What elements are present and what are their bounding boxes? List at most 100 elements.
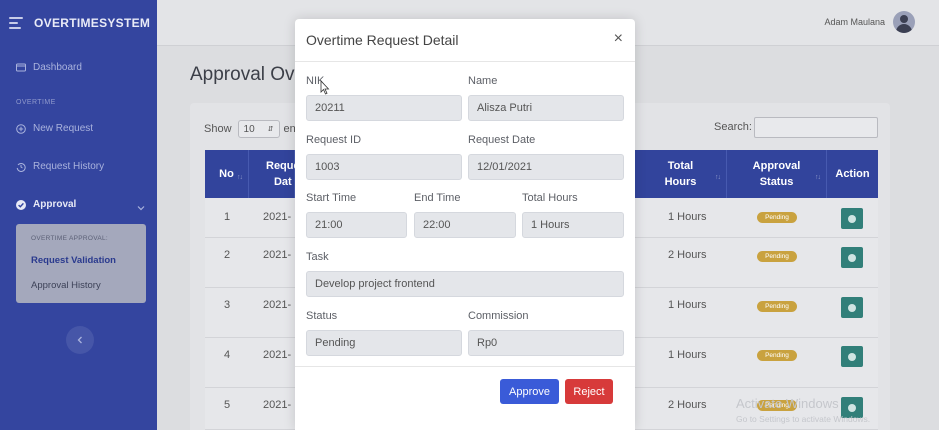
chevron-down-icon[interactable] xyxy=(137,199,145,211)
cell-hours: 2 Hours xyxy=(668,249,707,261)
view-detail-button[interactable] xyxy=(841,247,863,268)
cell-no: 2 xyxy=(224,249,231,261)
view-detail-button[interactable] xyxy=(841,346,863,367)
commission-field[interactable]: Rp0 xyxy=(468,330,624,356)
mouse-cursor-icon xyxy=(320,80,330,95)
status-badge: Pending xyxy=(757,350,797,361)
sort-icon: ↑↓ xyxy=(715,174,721,181)
total-hours-label: Total Hours xyxy=(522,192,578,204)
sidebar-item-label: Dashboard xyxy=(33,62,82,73)
select-arrows-icon: ⇵ xyxy=(267,126,274,133)
th-no[interactable]: No ↑↓ xyxy=(205,150,249,198)
windows-watermark-title: Activate Windows xyxy=(736,396,839,411)
name-label: Name xyxy=(468,75,498,87)
status-label: Status xyxy=(306,310,338,322)
status-badge: Pending xyxy=(757,301,797,312)
view-detail-button[interactable] xyxy=(841,208,863,229)
check-circle-icon xyxy=(16,199,26,210)
sort-icon: ↑↓ xyxy=(237,174,243,181)
sidebar-collapse-button[interactable] xyxy=(66,326,94,354)
search-label: Search: xyxy=(714,121,752,133)
start-time-label: Start Time xyxy=(306,192,357,204)
entries-select-value: 10 xyxy=(243,123,255,135)
avatar xyxy=(893,11,915,33)
user-name: Adam Maulana xyxy=(824,17,885,27)
submenu-item-approval-history[interactable]: Approval History xyxy=(31,280,101,291)
search-input[interactable] xyxy=(754,117,878,138)
modal-header: Overtime Request Detail × xyxy=(295,19,635,62)
entries-select[interactable]: 10 ⇵ xyxy=(237,120,280,138)
status-badge: Pending xyxy=(757,212,797,223)
sort-icon: ↑↓ xyxy=(815,174,821,181)
status-badge: Pending xyxy=(757,251,797,262)
th-action-label: Action xyxy=(835,168,870,180)
cell-date: 2021- xyxy=(263,249,292,261)
sidebar: OVERTIMESYSTEM Dashboard OVERTIME New Re… xyxy=(0,0,157,430)
view-detail-button[interactable] xyxy=(841,297,863,318)
show-label: Show xyxy=(204,123,232,135)
sidebar-item-new-request[interactable]: New Request xyxy=(16,123,93,134)
request-id-label: Request ID xyxy=(306,134,362,146)
th-total-hours-line2: Hours xyxy=(664,176,697,188)
cell-date: 2021- xyxy=(263,299,292,311)
end-time-label: End Time xyxy=(414,192,461,204)
th-approval-status-line1: Approval xyxy=(752,160,801,172)
cell-hours: 2 Hours xyxy=(668,399,707,411)
sidebar-section-overtime: OVERTIME xyxy=(16,99,56,106)
info-icon xyxy=(848,303,856,312)
brand[interactable]: OVERTIMESYSTEM xyxy=(0,0,157,46)
th-no-label: No xyxy=(219,168,234,180)
cell-hours: 1 Hours xyxy=(668,211,707,223)
th-request-date[interactable]: Reque Dat xyxy=(249,150,300,198)
cell-hours: 1 Hours xyxy=(668,349,707,361)
sidebar-item-label: Request History xyxy=(33,161,105,172)
close-icon[interactable]: × xyxy=(614,30,623,48)
th-action: Action xyxy=(827,150,878,198)
show-entries: Show 10 ⇵ en xyxy=(204,120,296,138)
sidebar-item-label: New Request xyxy=(33,123,94,134)
request-date-field[interactable]: 12/01/2021 xyxy=(468,154,624,180)
name-field[interactable]: Alisza Putri xyxy=(468,95,624,121)
task-field[interactable]: Develop project frontend xyxy=(306,271,624,297)
submenu-item-request-validation[interactable]: Request Validation xyxy=(31,255,116,266)
sidebar-item-request-history[interactable]: Request History xyxy=(16,161,104,172)
cell-no: 5 xyxy=(224,399,231,411)
info-icon xyxy=(848,214,856,223)
chevron-left-icon xyxy=(77,336,82,344)
sidebar-item-label: Approval xyxy=(33,199,77,210)
nik-field[interactable]: 20211 xyxy=(306,95,462,121)
sidebar-item-approval[interactable]: Approval xyxy=(16,199,76,210)
status-field[interactable]: Pending xyxy=(306,330,462,356)
info-icon xyxy=(848,352,856,361)
cell-date: 2021- xyxy=(263,399,292,411)
page-title: Approval Ov xyxy=(190,64,295,85)
cell-date: 2021- xyxy=(263,349,292,361)
windows-watermark-subtitle: Go to Settings to activate Windows. xyxy=(736,414,871,424)
total-hours-field[interactable]: 1 Hours xyxy=(522,212,624,238)
overtime-detail-modal: Overtime Request Detail × NIK 20211 Name… xyxy=(295,19,635,430)
info-icon xyxy=(848,403,856,412)
th-approval-status-line2: Status xyxy=(759,176,794,188)
sidebar-item-dashboard[interactable]: Dashboard xyxy=(16,62,82,73)
reject-button[interactable]: Reject xyxy=(565,379,613,404)
dashboard-icon xyxy=(16,63,26,73)
request-date-label: Request Date xyxy=(468,134,536,146)
th-approval-status[interactable]: Approval Status ↑↓ xyxy=(727,150,827,198)
approve-button[interactable]: Approve xyxy=(500,379,559,404)
submenu-section-title: OVERTIME APPROVAL: xyxy=(31,235,109,242)
user-menu[interactable]: Adam Maulana xyxy=(824,11,915,33)
end-time-field[interactable]: 22:00 xyxy=(414,212,516,238)
brand-title: OVERTIMESYSTEM xyxy=(34,16,151,30)
approval-submenu: OVERTIME APPROVAL: Request Validation Ap… xyxy=(16,224,146,303)
info-icon xyxy=(848,253,856,262)
modal-title: Overtime Request Detail xyxy=(306,32,459,48)
history-icon xyxy=(16,162,26,172)
plus-circle-icon xyxy=(16,123,26,134)
task-label: Task xyxy=(306,251,329,263)
th-total-hours[interactable]: Total Hours ↑↓ xyxy=(635,150,727,198)
modal-footer xyxy=(295,366,635,367)
menu-toggle-icon[interactable] xyxy=(9,17,23,29)
entries-label: en xyxy=(283,123,296,135)
request-id-field[interactable]: 1003 xyxy=(306,154,462,180)
start-time-field[interactable]: 21:00 xyxy=(306,212,407,238)
